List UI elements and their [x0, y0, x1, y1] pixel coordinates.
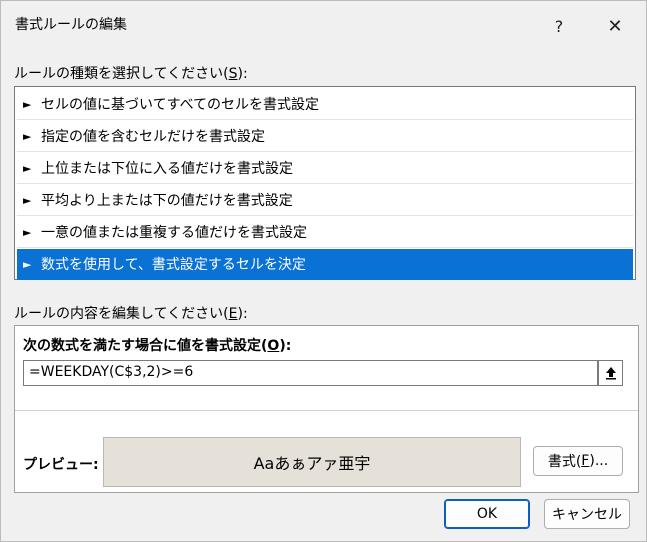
close-icon: ✕ — [607, 15, 623, 37]
close-button[interactable]: ✕ — [597, 9, 633, 43]
format-rule-dialog: 書式ルールの編集 ? ✕ ルールの種類を選択してください(S): ► セルの値に… — [0, 0, 647, 542]
rule-type-item-label: 数式を使用して、書式設定するセルを決定 — [41, 257, 306, 273]
preview-box: Aaあぁアァ亜宇 — [103, 437, 521, 487]
arrow-icon: ► — [23, 225, 32, 239]
ok-button[interactable]: OK — [444, 499, 530, 529]
collapse-dialog-button[interactable] — [598, 360, 623, 386]
collapse-arrow-icon — [605, 367, 616, 380]
arrow-icon: ► — [23, 97, 32, 111]
title-bar: 書式ルールの編集 ? ✕ — [1, 1, 646, 51]
formula-input[interactable]: =WEEKDAY(C$3,2)>=6 — [23, 360, 598, 386]
arrow-icon: ► — [23, 257, 32, 271]
rule-edit-panel: 次の数式を満たす場合に値を書式設定(O): =WEEKDAY(C$3,2)>=6… — [14, 325, 639, 493]
rule-type-item-label: 平均より上または下の値だけを書式設定 — [41, 193, 293, 209]
rule-type-item-label: 上位または下位に入る値だけを書式設定 — [41, 161, 293, 177]
rule-type-item-above-below-average[interactable]: ► 平均より上または下の値だけを書式設定 — [17, 185, 633, 216]
rule-type-item-label: 指定の値を含むセルだけを書式設定 — [41, 129, 265, 145]
rule-type-item-top-bottom[interactable]: ► 上位または下位に入る値だけを書式設定 — [17, 153, 633, 184]
help-button[interactable]: ? — [541, 9, 577, 43]
arrow-icon: ► — [23, 161, 32, 175]
dialog-title: 書式ルールの編集 — [15, 17, 127, 33]
format-button[interactable]: 書式(F)... — [533, 446, 623, 476]
separator — [15, 410, 638, 411]
rule-type-item-unique-duplicate[interactable]: ► 一意の値または重複する値だけを書式設定 — [17, 217, 633, 248]
rule-type-item-formula[interactable]: ► 数式を使用して、書式設定するセルを決定 — [17, 249, 633, 280]
rule-type-item-contains[interactable]: ► 指定の値を含むセルだけを書式設定 — [17, 121, 633, 152]
rule-edit-label: ルールの内容を編集してください(E): — [14, 306, 248, 322]
rule-type-label: ルールの種類を選択してください(S): — [14, 66, 248, 82]
rule-type-list[interactable]: ► セルの値に基づいてすべてのセルを書式設定 ► 指定の値を含むセルだけを書式設… — [14, 86, 636, 280]
arrow-icon: ► — [23, 129, 32, 143]
formula-label: 次の数式を満たす場合に値を書式設定(O): — [23, 338, 292, 354]
preview-label: プレビュー: — [23, 457, 99, 473]
rule-type-item-label: 一意の値または重複する値だけを書式設定 — [41, 225, 307, 241]
arrow-icon: ► — [23, 193, 32, 207]
cancel-button[interactable]: キャンセル — [544, 499, 630, 529]
rule-type-item-cell-value[interactable]: ► セルの値に基づいてすべてのセルを書式設定 — [17, 89, 633, 120]
rule-type-item-label: セルの値に基づいてすべてのセルを書式設定 — [41, 97, 320, 113]
